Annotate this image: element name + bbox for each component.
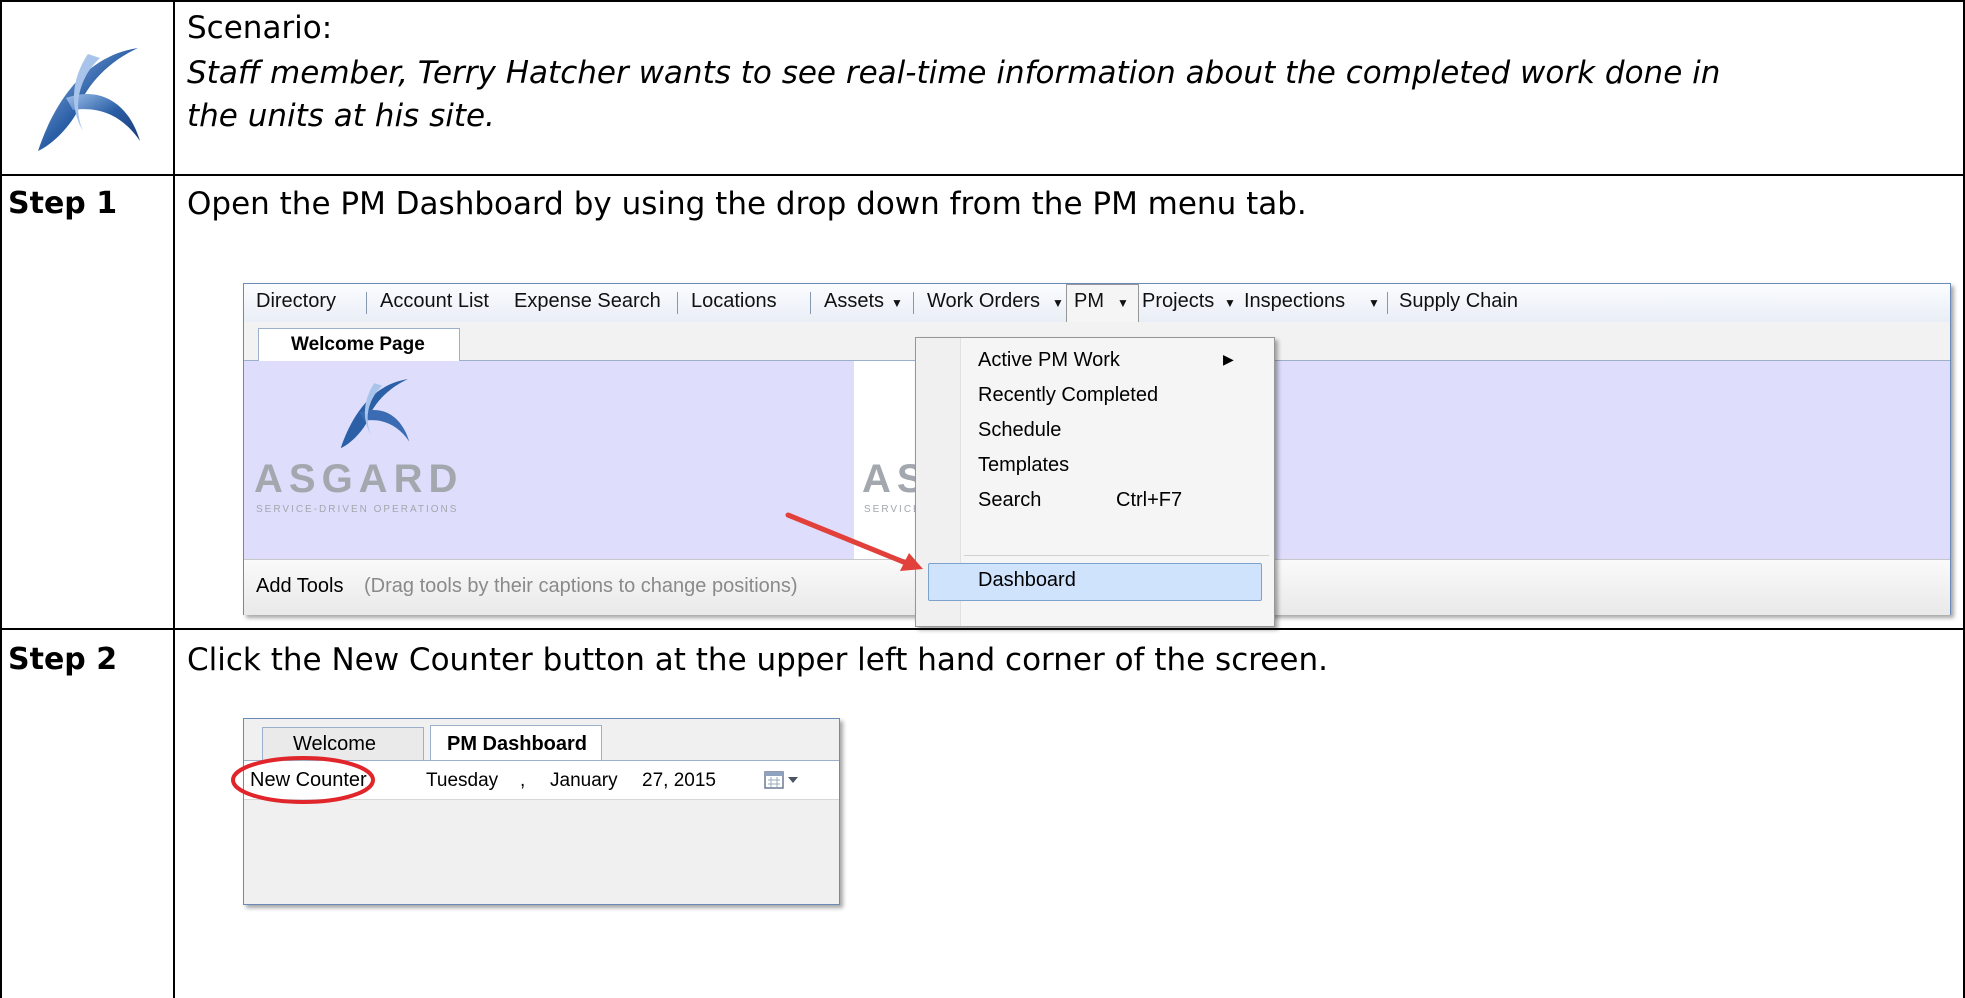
menu-item-dashboard[interactable]: Dashboard: [978, 569, 1076, 592]
table-border-top: [0, 0, 1965, 2]
step-1-instruction: Open the PM Dashboard by using the drop …: [187, 186, 1307, 222]
menu-separator: [964, 555, 1269, 556]
drag-hint-text: (Drag tools by their captions to change …: [364, 575, 798, 597]
menu-locations[interactable]: Locations: [691, 290, 777, 313]
table-border-row2: [0, 628, 1965, 630]
menu-assets[interactable]: Assets: [824, 290, 884, 313]
table-border-divider: [173, 0, 175, 998]
asgard-logo-tagline: SERVICE-DRIVEN OPERATIONS: [256, 504, 459, 515]
add-tools-button[interactable]: Add Tools: [256, 575, 343, 598]
scenario-text-line1: Staff member, Terry Hatcher wants to see…: [187, 55, 1721, 91]
step-1-label: Step 1: [8, 186, 118, 221]
main-menu-bar: Directory Account List Expense Search Lo…: [244, 284, 1950, 323]
chevron-down-icon: ▼: [1117, 296, 1129, 310]
tab-label: Welcome Page: [291, 334, 425, 355]
table-border-row1: [0, 174, 1965, 176]
menu-item-search[interactable]: Search: [978, 489, 1041, 512]
menu-pm[interactable]: PM: [1074, 290, 1104, 313]
menu-separator: [1387, 292, 1388, 314]
menu-directory[interactable]: Directory: [256, 290, 336, 313]
step-2-screenshot: Welcome Page PM Dashboard New Counter Tu…: [243, 718, 840, 905]
step-2-instruction: Click the New Counter button at the uppe…: [187, 642, 1328, 678]
menu-inspections[interactable]: Inspections: [1244, 290, 1345, 313]
pm-dropdown-menu: Active PM Work ▶ Recently Completed Sche…: [915, 337, 1275, 627]
date-day-year[interactable]: 27, 2015: [642, 770, 716, 792]
scenario-text-line2: the units at his site.: [187, 98, 495, 134]
menu-separator: [810, 292, 811, 314]
menu-projects[interactable]: Projects: [1142, 290, 1214, 313]
asgard-logo-icon: [340, 379, 410, 449]
calendar-icon[interactable]: [764, 770, 804, 790]
step-2-label: Step 2: [8, 642, 118, 677]
asgard-logo-text: ASGARD: [254, 457, 464, 501]
chevron-down-icon: ▼: [1052, 296, 1064, 310]
submenu-arrow-icon: ▶: [1223, 351, 1234, 367]
menu-item-active-pm-work[interactable]: Active PM Work: [978, 349, 1120, 372]
asgard-logo-icon: [38, 48, 140, 151]
menu-item-schedule[interactable]: Schedule: [978, 419, 1061, 442]
tab-welcome-page[interactable]: Welcome Page: [258, 328, 460, 361]
red-arrow-annotation: [785, 512, 923, 571]
tab-label: PM Dashboard: [447, 733, 588, 755]
date-month[interactable]: January: [550, 770, 618, 792]
red-circle-annotation: [231, 756, 375, 804]
scenario-heading: Scenario:: [187, 10, 333, 46]
search-shortcut: Ctrl+F7: [1116, 489, 1183, 511]
menu-item-templates[interactable]: Templates: [978, 454, 1069, 477]
menu-separator: [366, 292, 367, 314]
menu-account-list[interactable]: Account List: [380, 290, 489, 313]
date-weekday[interactable]: Tuesday: [426, 770, 498, 792]
menu-work-orders[interactable]: Work Orders: [927, 290, 1040, 313]
menu-supply-chain[interactable]: Supply Chain: [1399, 290, 1518, 313]
chevron-down-icon: ▼: [1368, 296, 1380, 310]
chevron-down-icon: ▼: [1224, 296, 1236, 310]
chevron-down-icon: ▼: [891, 296, 903, 310]
table-border-left: [0, 0, 2, 998]
menu-item-recently-completed[interactable]: Recently Completed: [978, 384, 1158, 407]
tab-pm-dashboard[interactable]: PM Dashboard: [430, 725, 602, 761]
menu-expense-search[interactable]: Expense Search: [514, 290, 661, 313]
menu-separator: [677, 292, 678, 314]
date-separator: ,: [520, 770, 526, 791]
menu-separator: [913, 292, 914, 314]
